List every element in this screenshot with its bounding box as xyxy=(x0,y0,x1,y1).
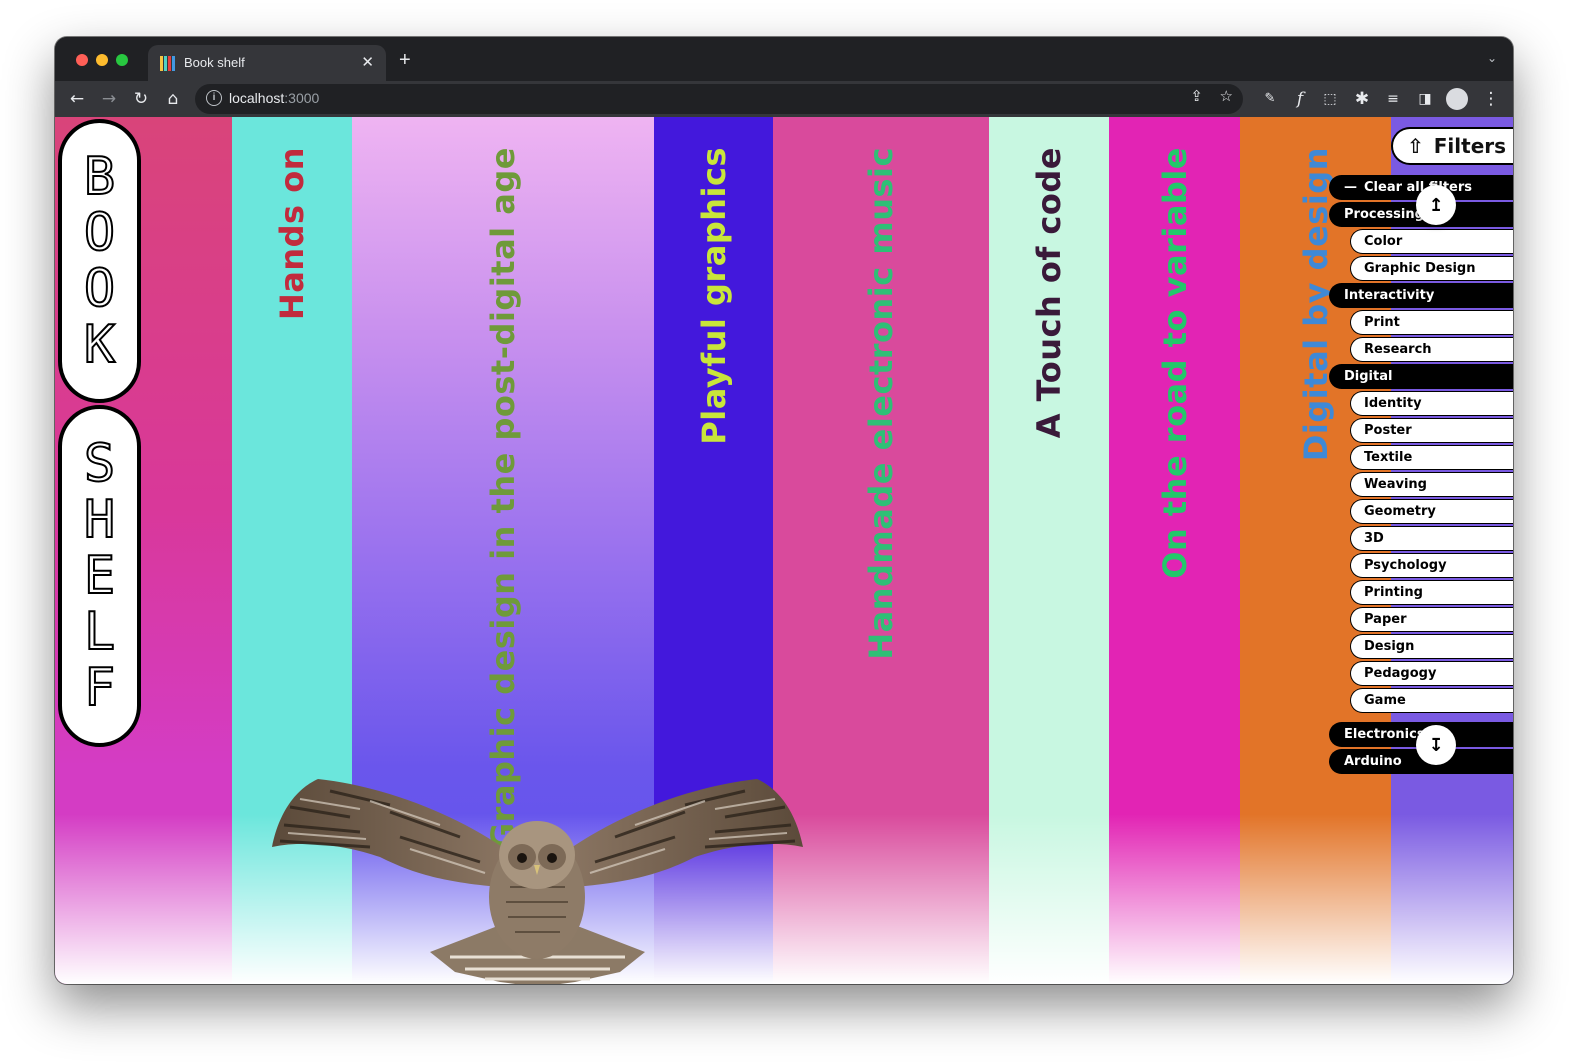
tab-search-chevron-icon[interactable]: ⌄ xyxy=(1487,51,1497,65)
font-extension-icon[interactable]: f xyxy=(1288,87,1312,111)
filter-tag[interactable]: Paper xyxy=(1350,607,1513,632)
filter-tag[interactable]: Printing xyxy=(1350,580,1513,605)
filter-tag[interactable]: Weaving xyxy=(1350,472,1513,497)
extension-pen-icon[interactable]: ✎ xyxy=(1258,87,1282,111)
filter-tag[interactable]: Textile xyxy=(1350,445,1513,470)
scroll-up-icon: ↥ xyxy=(1428,194,1444,216)
filter-tag[interactable]: Identity xyxy=(1350,391,1513,416)
book-title: Digital by design xyxy=(1296,147,1335,462)
reading-list-icon[interactable]: ≡ xyxy=(1381,87,1405,111)
minus-icon: — xyxy=(1344,180,1357,195)
tab-title: Book shelf xyxy=(184,55,245,70)
screenshot-extension-icon[interactable]: ⬚ xyxy=(1318,87,1342,111)
book-spine-road-to-variable[interactable]: On the road to variable xyxy=(1109,117,1240,984)
filter-category[interactable]: Interactivity xyxy=(1329,283,1513,308)
minimize-window-button[interactable] xyxy=(96,54,108,66)
maximize-window-button[interactable] xyxy=(116,54,128,66)
bookshelf-favicon-icon xyxy=(160,56,176,71)
scroll-down-icon: ↧ xyxy=(1428,734,1444,756)
filters-label: Filters xyxy=(1433,134,1507,158)
filter-tag[interactable]: 3D xyxy=(1350,526,1513,551)
address-bar[interactable]: i localhost:3000 ⇪ ☆ xyxy=(195,84,1243,114)
forward-arrow-icon[interactable]: → xyxy=(97,87,121,111)
close-window-button[interactable] xyxy=(76,54,88,66)
bookmark-star-icon[interactable]: ☆ xyxy=(1220,87,1233,105)
filter-tag[interactable]: Graphic Design xyxy=(1350,256,1513,281)
filter-tag[interactable]: Print xyxy=(1350,310,1513,335)
filter-tag[interactable]: Color xyxy=(1350,229,1513,254)
new-tab-button[interactable]: + xyxy=(399,50,411,70)
arrow-up-icon: ⇧ xyxy=(1407,134,1424,158)
book-title: On the road to variable xyxy=(1155,147,1194,579)
filter-tag[interactable]: Design xyxy=(1350,634,1513,659)
filter-tag[interactable]: Game xyxy=(1350,688,1513,713)
tab-strip: Book shelf ✕ + ⌄ xyxy=(55,37,1513,81)
filter-category[interactable]: Digital xyxy=(1329,364,1513,389)
chrome-menu-icon[interactable]: ⋮ xyxy=(1479,87,1503,111)
filter-tag[interactable]: Poster xyxy=(1350,418,1513,443)
book-title: Handmade electronic music xyxy=(862,147,900,660)
tab-book-shelf[interactable]: Book shelf ✕ xyxy=(148,45,386,81)
reload-icon[interactable]: ↻ xyxy=(129,87,153,111)
home-icon[interactable]: ⌂ xyxy=(161,87,185,111)
side-panel-icon[interactable]: ◨ xyxy=(1413,87,1437,111)
share-icon[interactable]: ⇪ xyxy=(1190,87,1203,105)
filter-tag[interactable]: Research xyxy=(1350,337,1513,362)
close-tab-icon[interactable]: ✕ xyxy=(361,53,374,71)
page-viewport: Hands on Graphic design in the post-digi… xyxy=(55,117,1513,984)
book-title: Hands on xyxy=(273,147,311,321)
book-spine-touch-of-code[interactable]: A Touch of code xyxy=(989,117,1109,984)
extensions-puzzle-icon[interactable]: ✱ xyxy=(1350,87,1374,111)
owl-illustration xyxy=(272,779,803,984)
book-title: Playful graphics xyxy=(694,147,733,445)
browser-toolbar: ← → ↻ ⌂ i localhost:3000 ⇪ ☆ ✎ f ⬚ ✱ ≡ ◨… xyxy=(55,81,1513,117)
filters-toggle-button[interactable]: ⇧ Filters xyxy=(1391,127,1513,165)
filter-tag[interactable]: Psychology xyxy=(1350,553,1513,578)
logo-shelf: S H E L F xyxy=(58,405,141,747)
site-info-icon[interactable]: i xyxy=(206,90,222,106)
filter-tag[interactable]: Geometry xyxy=(1350,499,1513,524)
filter-tag[interactable]: Pedagogy xyxy=(1350,661,1513,686)
back-arrow-icon[interactable]: ← xyxy=(65,87,89,111)
book-title: Graphic design in the post-digital age xyxy=(484,147,522,850)
browser-window: Book shelf ✕ + ⌄ ← → ↻ ⌂ i localhost:300… xyxy=(55,37,1513,984)
book-spine-handmade-electronic-music[interactable]: Handmade electronic music xyxy=(773,117,989,984)
scroll-down-button[interactable]: ↧ xyxy=(1416,725,1456,765)
url-text[interactable]: localhost:3000 xyxy=(229,90,319,106)
scroll-up-button[interactable]: ↥ xyxy=(1416,185,1456,225)
profile-avatar-icon[interactable] xyxy=(1445,87,1469,111)
logo-book: B O O K xyxy=(58,119,141,403)
book-title: A Touch of code xyxy=(1030,147,1068,439)
